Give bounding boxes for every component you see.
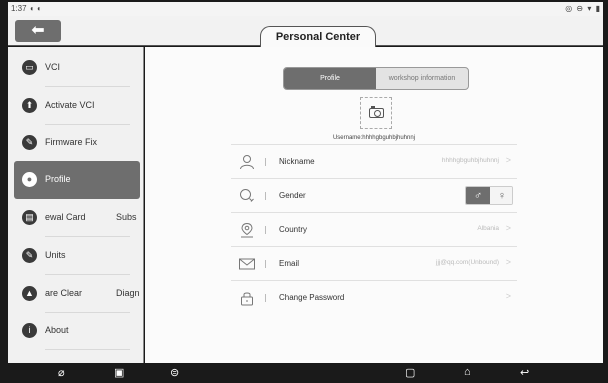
gender-label: Gender bbox=[279, 191, 306, 200]
email-value: jjj@qq.com(Unbound) bbox=[436, 259, 499, 266]
username-label: Username:hhhhgbguhbjhuhnnj bbox=[332, 135, 416, 141]
sidebar-item-label: Profile bbox=[45, 174, 71, 184]
chevron-right-icon: > bbox=[505, 257, 511, 267]
change-password-row[interactable]: Change Password > bbox=[231, 280, 517, 314]
car-icon[interactable]: ⊜ bbox=[170, 366, 179, 379]
gender-toggle: ♂ ♀ bbox=[465, 186, 513, 205]
nickname-row[interactable]: Nickname hhhhgbguhbjhuhnnj > bbox=[231, 144, 517, 178]
avatar-upload[interactable] bbox=[360, 97, 392, 129]
person-icon bbox=[239, 154, 255, 170]
divider bbox=[265, 192, 266, 200]
profile-panel: Profile workshop information Username:hh… bbox=[145, 47, 603, 363]
profile-fields: Nickname hhhhgbguhbjhuhnnj > Gender ♂ ♀ bbox=[231, 144, 517, 314]
divider bbox=[45, 349, 130, 350]
sidebar-item-vci[interactable]: ▭ VCI bbox=[8, 49, 143, 87]
lock-icon bbox=[239, 290, 255, 306]
sidebar-item-firmware-fix[interactable]: ✎ Firmware Fix bbox=[8, 124, 143, 162]
vci-icon: ▭ bbox=[22, 60, 37, 75]
sidebar-item-label: About bbox=[45, 325, 69, 335]
sidebar-item-label: are Clear bbox=[45, 288, 83, 298]
screenshot-icon[interactable]: ▣ bbox=[114, 366, 124, 379]
tab-profile[interactable]: Profile bbox=[284, 68, 376, 89]
ruler-icon: ✎ bbox=[22, 248, 37, 263]
email-row[interactable]: Email jjj@qq.com(Unbound) > bbox=[231, 246, 517, 280]
user-icon: ● bbox=[22, 172, 37, 187]
sidebar-item-label-overflow: Subs bbox=[116, 212, 137, 222]
chevron-right-icon: > bbox=[505, 291, 511, 301]
profile-tab-switch: Profile workshop information bbox=[283, 67, 469, 90]
recent-apps-icon[interactable]: ▢ bbox=[405, 366, 415, 379]
divider bbox=[265, 294, 266, 302]
female-button[interactable]: ♀ bbox=[490, 187, 512, 204]
sidebar-item-profile[interactable]: ● Profile bbox=[14, 161, 140, 199]
page-title-tab: Personal Center bbox=[260, 26, 376, 47]
chevron-right-icon: > bbox=[505, 223, 511, 233]
card-icon: ▤ bbox=[22, 210, 37, 225]
status-time: 1:37 bbox=[11, 4, 27, 13]
vci-shortcut-icon[interactable]: ⌀ bbox=[58, 366, 65, 379]
android-nav-bar: ⌀ ▣ ⊜ ▢ ⌂ ↩ bbox=[8, 363, 603, 383]
sidebar-item-activate-vci[interactable]: ⬆ Activate VCI bbox=[8, 87, 143, 125]
change-password-label: Change Password bbox=[279, 293, 345, 302]
divider bbox=[265, 226, 266, 234]
gender-row: Gender ♂ ♀ bbox=[231, 178, 517, 212]
device-frame: 1:37 ◐ ◐ ◎ ⊖ ▾ ▮ ⬅ Personal Center ▭ VCI… bbox=[0, 0, 608, 383]
country-value: Albania bbox=[477, 225, 499, 232]
sidebar-item-label: Firmware Fix bbox=[45, 137, 97, 147]
sidebar-item-units[interactable]: ✎ Units bbox=[8, 237, 143, 275]
status-system-icons: ◎ ⊖ ▾ ▮ bbox=[565, 4, 601, 13]
page-title: Personal Center bbox=[275, 31, 361, 43]
back-arrow-icon: ⬅ bbox=[31, 22, 45, 39]
male-button[interactable]: ♂ bbox=[466, 187, 490, 204]
gender-search-icon bbox=[239, 188, 255, 204]
email-label: Email bbox=[279, 259, 300, 268]
status-notification-icons: ◐ ◐ bbox=[30, 4, 42, 13]
clear-icon: ▲ bbox=[22, 286, 37, 301]
app-header: ⬅ Personal Center bbox=[8, 16, 603, 47]
tab-workshop-information[interactable]: workshop information bbox=[376, 68, 468, 89]
status-bar: 1:37 ◐ ◐ ◎ ⊖ ▾ ▮ bbox=[8, 2, 603, 16]
sidebar-item-software-clear[interactable]: ▲ are Clear Diagn bbox=[8, 275, 143, 313]
upload-icon: ⬆ bbox=[22, 98, 37, 113]
sidebar-item-about[interactable]: i About bbox=[8, 312, 143, 350]
info-icon: i bbox=[22, 323, 37, 338]
sidebar-item-label: Units bbox=[45, 250, 66, 260]
sidebar-item-label: ewal Card bbox=[45, 212, 86, 222]
sidebar: ▭ VCI ⬆ Activate VCI ✎ Firmware Fix ● Pr… bbox=[8, 47, 144, 363]
sidebar-item-renewal-card[interactable]: ▤ ewal Card Subs bbox=[8, 199, 143, 237]
divider bbox=[265, 260, 266, 268]
sidebar-item-label: Activate VCI bbox=[45, 100, 95, 110]
back-nav-icon[interactable]: ↩ bbox=[520, 366, 529, 379]
camera-icon bbox=[369, 106, 384, 118]
country-label: Country bbox=[279, 225, 308, 234]
home-icon[interactable]: ⌂ bbox=[464, 366, 471, 378]
location-pin-icon bbox=[239, 222, 255, 238]
divider bbox=[265, 158, 266, 166]
sidebar-item-label: VCI bbox=[45, 62, 61, 72]
chevron-right-icon: > bbox=[505, 155, 511, 165]
nickname-label: Nickname bbox=[279, 157, 315, 166]
sidebar-item-label-overflow: Diagn bbox=[116, 288, 140, 298]
back-button[interactable]: ⬅ bbox=[15, 20, 61, 42]
country-row[interactable]: Country Albania > bbox=[231, 212, 517, 246]
nickname-value: hhhhgbguhbjhuhnnj bbox=[441, 157, 499, 164]
wrench-icon: ✎ bbox=[22, 135, 37, 150]
mail-icon bbox=[239, 256, 255, 272]
